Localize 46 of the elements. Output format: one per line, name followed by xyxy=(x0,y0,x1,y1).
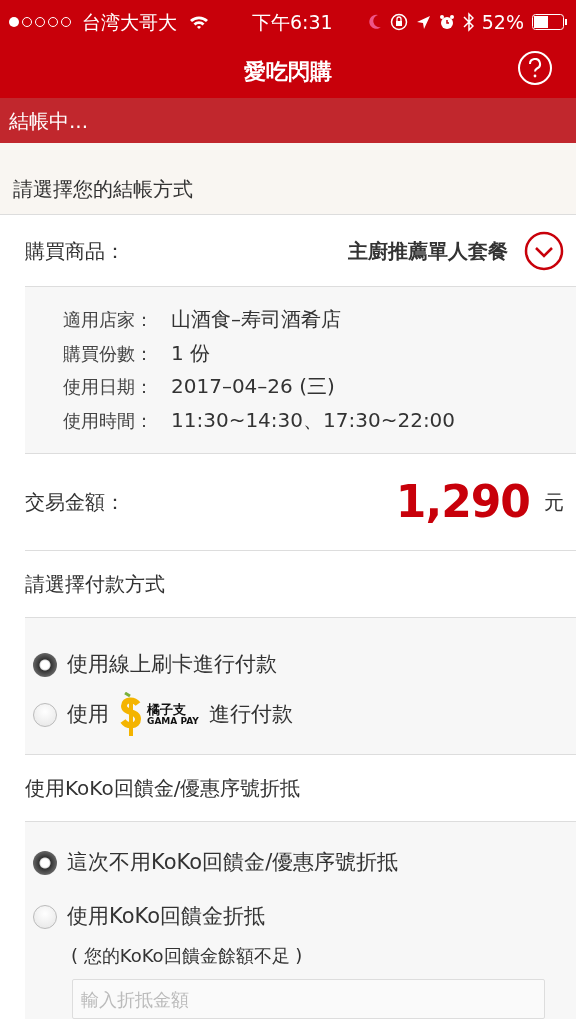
product-name: 主廚推薦單人套餐 xyxy=(348,237,508,265)
option-label: 這次不用KoKo回饋金/優惠序號折抵 xyxy=(67,849,399,877)
bluetooth-icon xyxy=(462,12,474,32)
detail-label: 使用時間： xyxy=(63,408,154,433)
clock-time: 下午6:31 xyxy=(252,9,333,35)
detail-label: 適用店家： xyxy=(63,308,154,332)
battery-percent: 52% xyxy=(481,9,524,35)
logo-title: 橘子支 xyxy=(147,702,187,717)
radio-button[interactable] xyxy=(33,905,57,929)
logo-subtitle: GAMA PAY xyxy=(147,717,199,728)
detail-value: 11:30~14:30、17:30~22:00 xyxy=(171,406,456,434)
field-label: 購買商品： xyxy=(25,237,125,265)
progress-text: 結帳中... xyxy=(9,107,89,135)
dollar-sign-icon xyxy=(119,692,143,738)
option-label: 使用 xyxy=(67,701,109,729)
chevron-down-icon xyxy=(524,230,564,271)
alarm-icon xyxy=(438,14,455,30)
option-label: 進行付款 xyxy=(208,701,293,729)
section-heading: 使用KoKo回饋金/優惠序號折抵 xyxy=(25,775,301,802)
detail-value: 1 份 xyxy=(171,339,211,367)
option-label: 使用線上刷卡進行付款 xyxy=(67,651,277,679)
section-heading: 請選擇付款方式 xyxy=(25,571,165,598)
detail-label: 購買份數： xyxy=(63,341,154,366)
option-label: 使用KoKo回饋金折抵 xyxy=(67,903,266,931)
detail-value: 2017–04–26 (三) xyxy=(171,373,335,400)
currency-unit: 元 xyxy=(544,489,564,516)
detail-value: 山酒食–寿司酒肴店 xyxy=(171,306,341,333)
battery-icon xyxy=(532,14,568,30)
app-title: 愛吃閃購 xyxy=(244,57,332,86)
moon-icon xyxy=(367,14,382,30)
location-icon xyxy=(415,14,431,30)
wifi-icon xyxy=(189,14,209,30)
rotation-lock-icon xyxy=(389,13,408,31)
expand-button[interactable] xyxy=(524,230,564,271)
field-label: 交易金額： xyxy=(25,489,125,516)
amount-input[interactable]: 輸入折抵金額 xyxy=(72,979,545,1019)
radio-button[interactable] xyxy=(33,653,57,677)
section-heading: 請選擇您的結帳方式 xyxy=(13,176,193,203)
detail-label: 使用日期： xyxy=(63,375,154,399)
total-price: 1,290 xyxy=(395,475,530,529)
carrier-name: 台湾大哥大 xyxy=(82,9,177,35)
question-icon xyxy=(528,58,542,78)
balance-note: ( 您的KoKo回饋金餘額不足 ) xyxy=(70,944,304,968)
radio-button[interactable] xyxy=(33,851,57,875)
help-button[interactable] xyxy=(518,51,552,85)
radio-button[interactable] xyxy=(33,703,57,727)
